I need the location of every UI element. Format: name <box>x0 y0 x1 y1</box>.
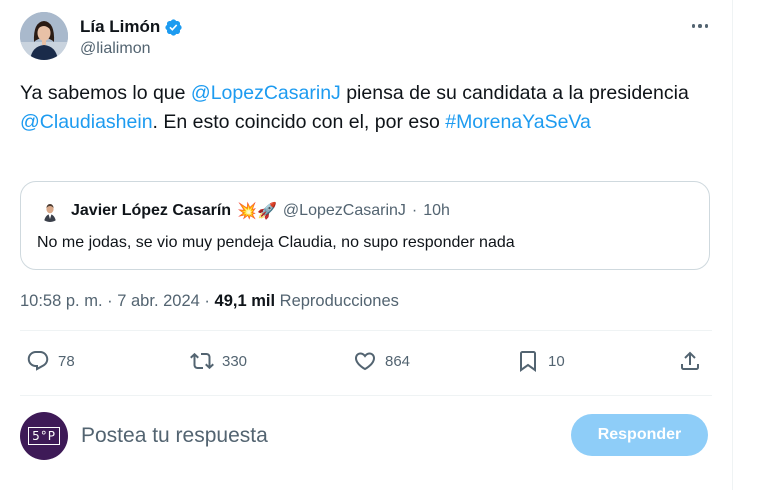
share-icon <box>681 351 699 370</box>
reply-icon <box>27 351 49 371</box>
tweet-text: Ya sabemos lo que @LopezCasarinJ piensa … <box>20 79 710 137</box>
avatar-logo-text: 5°P <box>28 427 60 445</box>
share-button[interactable] <box>678 349 702 373</box>
tweet-text-segment: piensa de su candidata a la presidencia <box>340 82 689 104</box>
column-border <box>732 0 733 490</box>
hashtag-link[interactable]: #MorenaYaSeVa <box>445 111 591 133</box>
author-name[interactable]: Lía Limón <box>80 17 160 37</box>
quoted-author-avatar[interactable] <box>39 200 61 222</box>
reply-count: 78 <box>58 352 75 370</box>
reply-button[interactable]: 78 <box>26 349 75 373</box>
tweet-text-segment: Ya sabemos lo que <box>20 82 191 104</box>
current-user-avatar[interactable]: 5°P <box>20 412 68 460</box>
tweet-meta: 10:58 p. m. · 7 abr. 2024 · 49,1 mil Rep… <box>20 292 399 311</box>
divider <box>20 395 712 396</box>
quoted-author-name: Javier López Casarín <box>71 202 232 219</box>
like-count: 864 <box>385 352 411 370</box>
bookmark-icon <box>520 351 536 372</box>
tweet-text-segment: . En esto coincido con el, por eso <box>152 111 446 133</box>
meta-separator: · <box>204 292 210 310</box>
quoted-separator: · <box>411 202 418 219</box>
more-icon[interactable] <box>688 16 712 36</box>
reply-submit-button[interactable]: Responder <box>571 414 708 456</box>
author-name-row: Lía Limón <box>80 17 183 37</box>
quoted-author-handle: @LopezCasarinJ <box>282 202 406 219</box>
mention-link[interactable]: @LopezCasarinJ <box>191 82 341 104</box>
divider <box>20 330 712 331</box>
verified-badge-icon <box>165 18 182 36</box>
repost-icon <box>190 352 214 370</box>
repost-button[interactable]: 330 <box>190 349 247 373</box>
views-count: 49,1 mil <box>214 292 276 310</box>
meta-separator: · <box>107 292 113 310</box>
author-handle[interactable]: @lialimon <box>80 40 150 58</box>
quoted-author-emojis: 💥🚀 <box>237 203 277 220</box>
tweet-date[interactable]: 7 abr. 2024 <box>117 292 200 310</box>
quoted-time: 10h <box>423 202 450 219</box>
quoted-tweet[interactable]: Javier López Casarín 💥🚀 @LopezCasarinJ ·… <box>20 181 710 270</box>
repost-count: 330 <box>222 352 248 370</box>
bookmark-count: 10 <box>548 352 565 370</box>
quoted-tweet-text: No me jodas, se vio muy pendeja Claudia,… <box>37 234 515 251</box>
tweet-header: Lía Limón @lialimon <box>20 12 712 62</box>
like-button[interactable]: 864 <box>353 349 410 373</box>
mention-link[interactable]: @Claudiashein <box>20 111 153 133</box>
bookmark-button[interactable]: 10 <box>516 349 565 373</box>
action-bar: 78 330 864 10 <box>20 345 712 381</box>
views-label: Reproducciones <box>279 292 399 310</box>
author-avatar[interactable] <box>20 12 68 60</box>
quoted-tweet-header: Javier López Casarín 💥🚀 @LopezCasarinJ ·… <box>39 200 450 222</box>
tweet-time[interactable]: 10:58 p. m. <box>20 292 103 310</box>
reply-input[interactable] <box>81 420 541 452</box>
heart-icon <box>354 352 376 371</box>
reply-composer: 5°P Responder <box>20 412 712 462</box>
